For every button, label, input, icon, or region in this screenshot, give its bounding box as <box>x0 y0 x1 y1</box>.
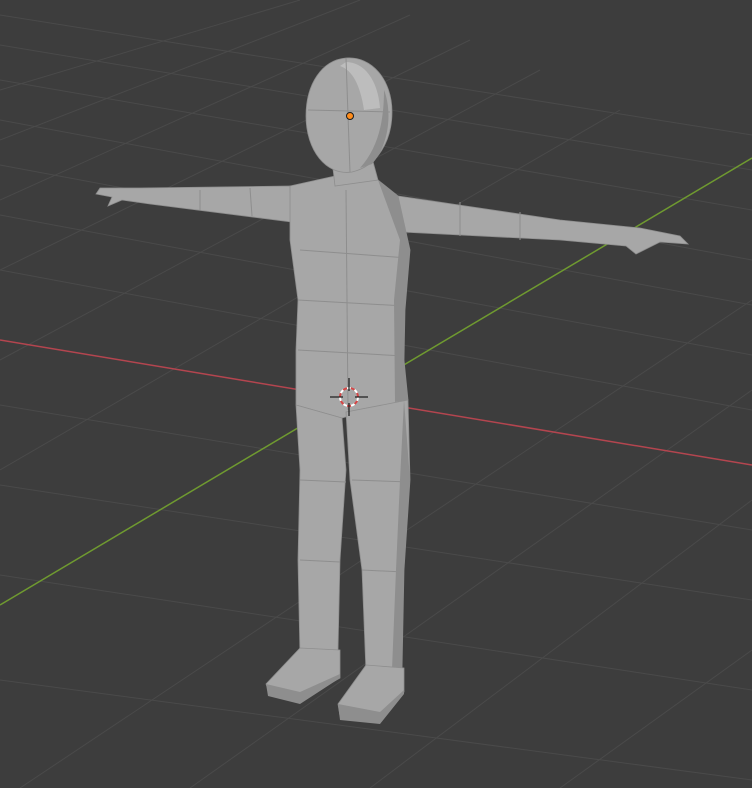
3d-viewport[interactable] <box>0 0 752 788</box>
viewport-canvas[interactable] <box>0 0 752 788</box>
left-leg <box>295 404 347 656</box>
object-origin-icon[interactable] <box>346 112 354 120</box>
